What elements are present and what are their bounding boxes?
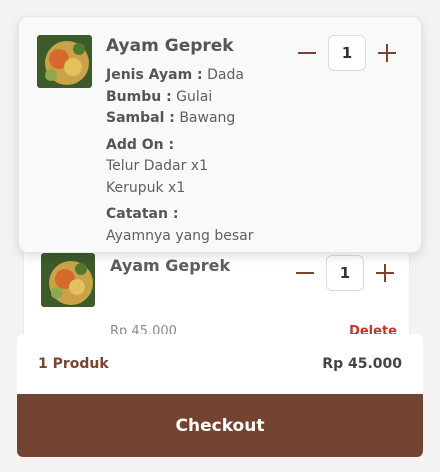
product-count: 1 Produk	[38, 356, 109, 372]
cart-item-detail-card: Ayam Geprek 1 Jenis Ayam : Dada Bumbu : …	[18, 16, 422, 253]
cart-screen: Ayam Geprek 1 Rp 45.000 Delete Ayam Gepr…	[0, 0, 440, 472]
quantity-stepper[interactable]: 1	[293, 255, 397, 291]
option-value: Gulai	[176, 88, 213, 105]
checkout-button[interactable]: Checkout	[17, 394, 423, 457]
catatan-value: Ayamnya yang besar	[106, 227, 254, 244]
option-value: Dada	[207, 67, 244, 83]
increase-button[interactable]	[375, 41, 399, 65]
total-price: Rp 45.000	[322, 356, 402, 372]
food-thumbnail	[41, 253, 95, 307]
food-thumbnail	[37, 35, 92, 88]
option-sambal: Sambal : Bawang	[106, 108, 254, 130]
decrease-button[interactable]	[295, 41, 319, 65]
cart-summary: 1 Produk Rp 45.000	[17, 334, 423, 394]
item-name: Ayam Geprek	[106, 36, 234, 56]
quantity-value[interactable]: 1	[328, 35, 366, 71]
item-name: Ayam Geprek	[110, 256, 231, 275]
option-bumbu: Bumbu : Gulai	[106, 87, 254, 109]
addon-item: Kerupuk x1	[106, 179, 186, 196]
option-label: Bumbu :	[106, 88, 172, 105]
item-options: Jenis Ayam : Dada Bumbu : Gulai Sambal :…	[106, 65, 254, 247]
option-jenis-ayam: Jenis Ayam : Dada	[106, 65, 254, 87]
option-label: Sambal :	[106, 110, 175, 126]
increase-button[interactable]	[373, 261, 397, 285]
addon-label: Add On :	[106, 136, 175, 153]
quantity-stepper[interactable]: 1	[295, 35, 399, 71]
decrease-button[interactable]	[293, 261, 317, 285]
option-value: Bawang	[179, 110, 236, 126]
quantity-value[interactable]: 1	[326, 255, 364, 291]
catatan-label: Catatan :	[106, 206, 179, 222]
addon-item: Telur Dadar x1	[106, 158, 208, 174]
option-label: Jenis Ayam :	[106, 67, 203, 83]
